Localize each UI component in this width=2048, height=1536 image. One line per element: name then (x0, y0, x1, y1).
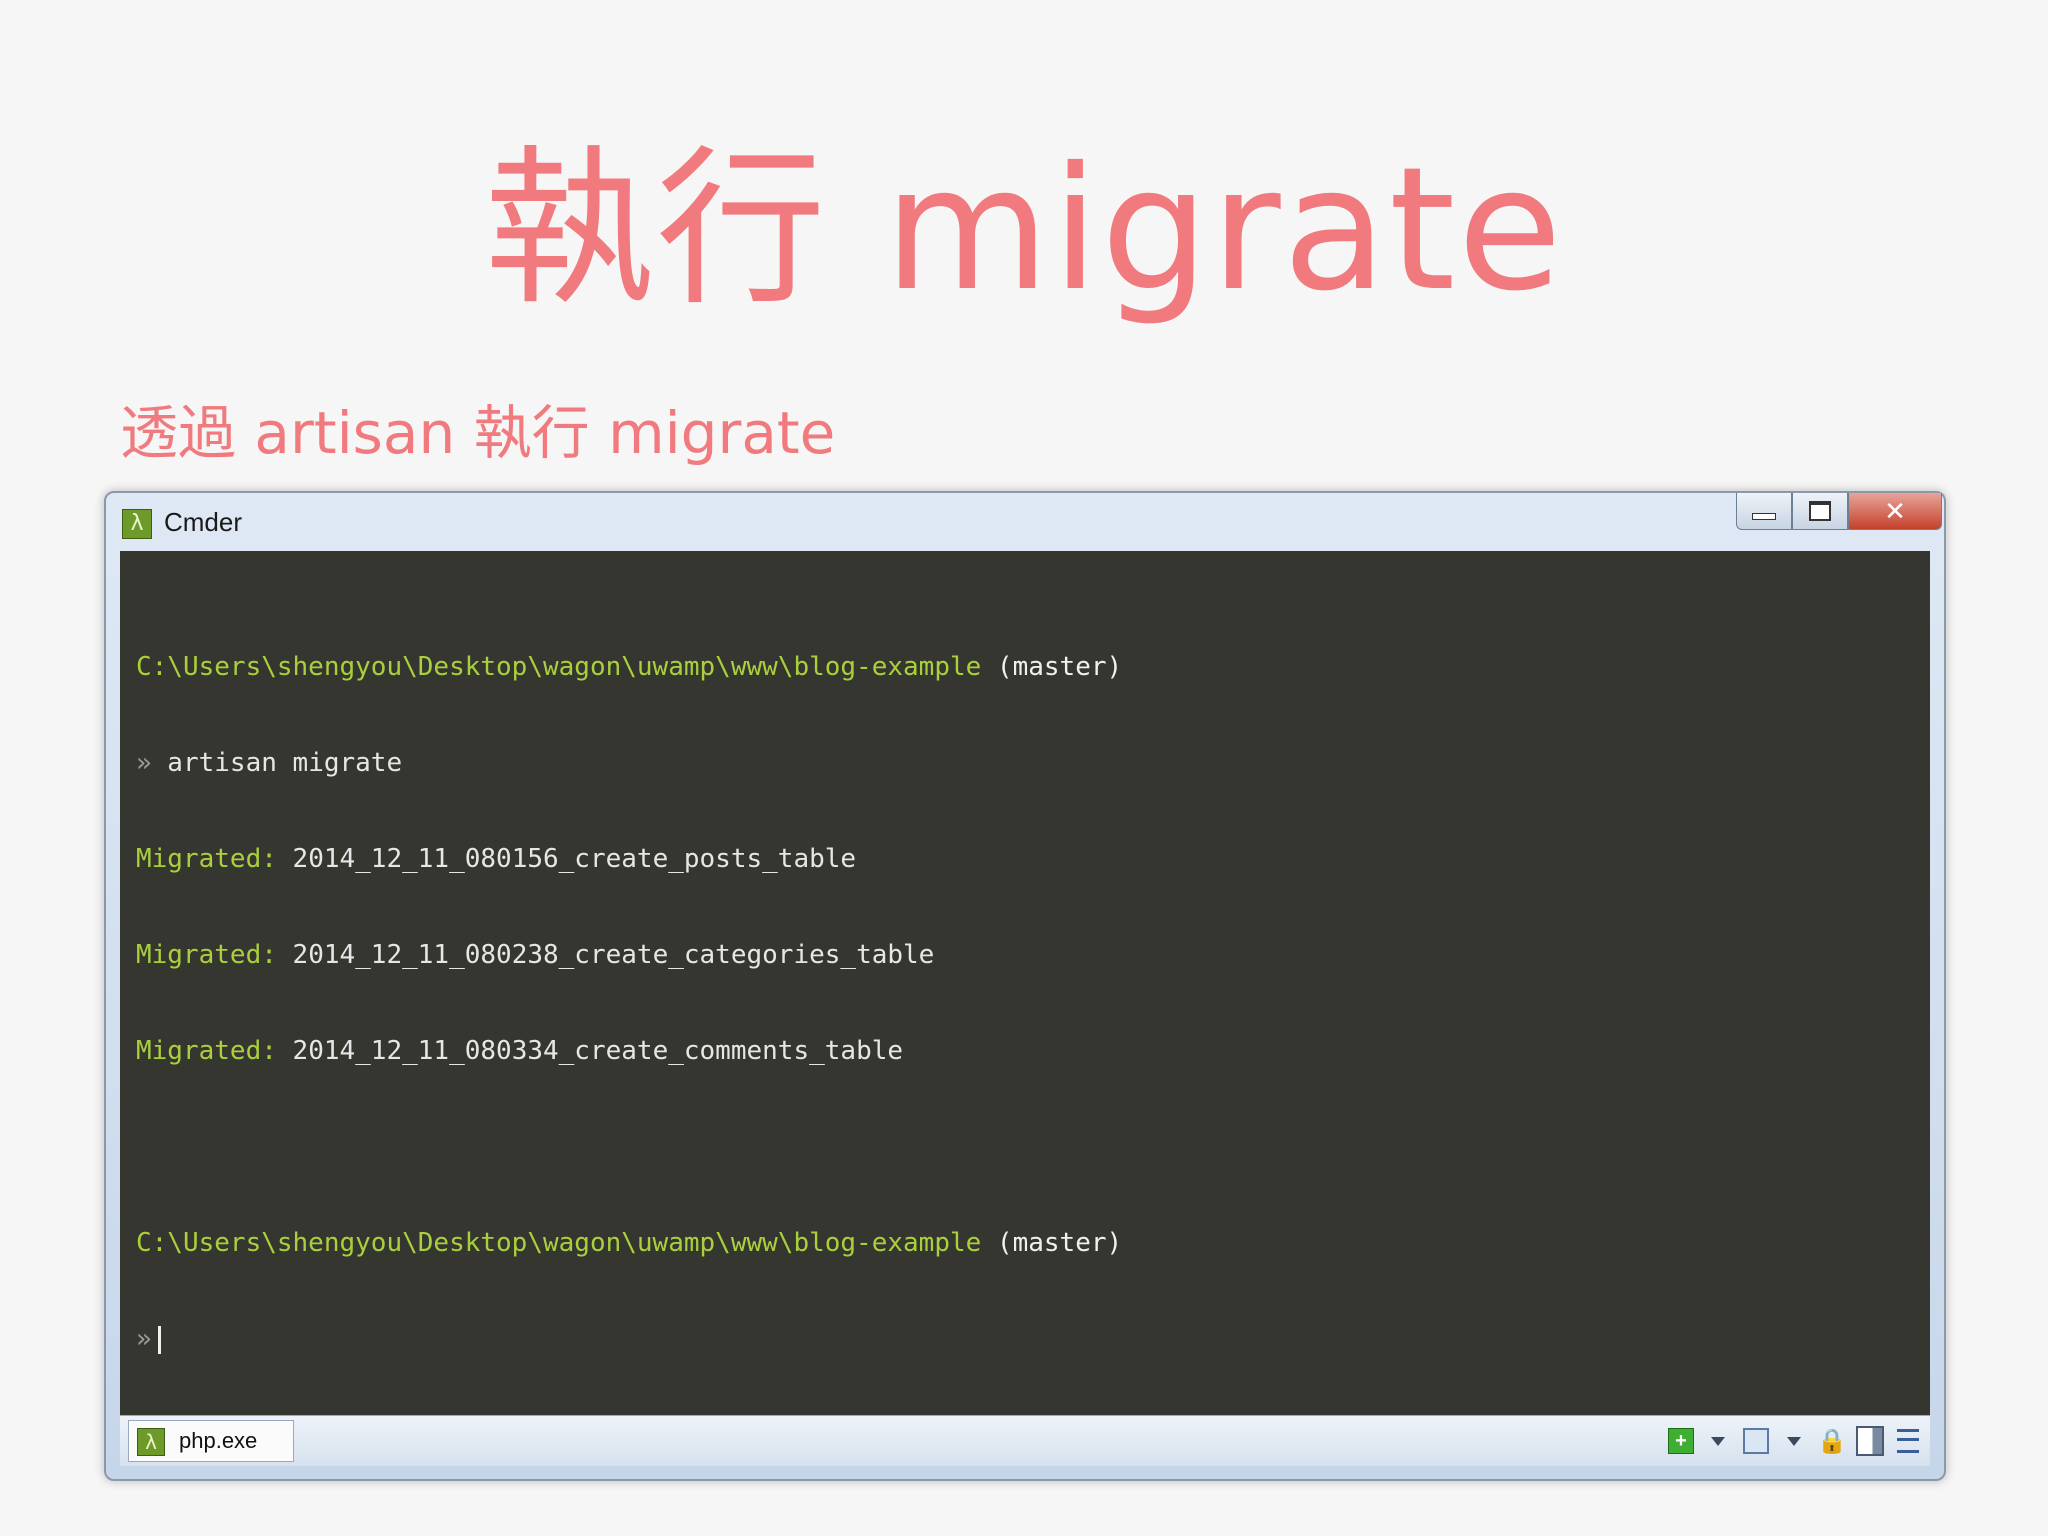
terminal-line: C:\Users\shengyou\Desktop\wagon\uwamp\ww… (136, 651, 1122, 683)
migration-name: 2014_12_11_080156_create_posts_table (276, 844, 857, 874)
migrated-label: Migrated: (136, 940, 277, 970)
git-branch: (master) (981, 652, 1123, 682)
migration-name: 2014_12_11_080238_create_categories_tabl… (276, 940, 935, 970)
pane-button[interactable] (1742, 1427, 1770, 1455)
lock-icon[interactable]: 🔒 (1817, 1427, 1847, 1455)
git-branch: (master) (981, 1228, 1123, 1258)
text-cursor (157, 1325, 161, 1354)
toolbar: + 🔒 (1668, 1426, 1922, 1456)
terminal-line: » artisan migrate (136, 747, 1122, 779)
tab-label: php.exe (179, 1428, 258, 1453)
lambda-icon: λ (137, 1428, 165, 1456)
terminal-line: Migrated: 2014_12_11_080334_create_comme… (136, 1035, 1122, 1067)
close-icon: ✕ (1884, 495, 1906, 526)
status-bar: λ php.exe + 🔒 (120, 1415, 1930, 1466)
split-view-button[interactable] (1856, 1426, 1884, 1456)
pane-dropdown[interactable] (1780, 1427, 1808, 1455)
migrated-label: Migrated: (136, 1036, 277, 1066)
close-button[interactable]: ✕ (1848, 493, 1942, 530)
terminal-line: Migrated: 2014_12_11_080238_create_categ… (136, 939, 1122, 971)
terminal-line: » (136, 1323, 1122, 1355)
add-console-dropdown[interactable] (1704, 1427, 1732, 1455)
maximize-icon (1809, 501, 1831, 521)
terminal-line: C:\Users\shengyou\Desktop\wagon\uwamp\ww… (136, 1227, 1122, 1259)
cmder-window: λ Cmder ✕ C:\Users\shengyou\Desktop\wago… (104, 491, 1946, 1481)
slide-title: 執行 migrate (483, 131, 1565, 329)
window-title: Cmder (164, 507, 243, 537)
minimize-button[interactable] (1736, 493, 1792, 530)
command-text: artisan migrate (151, 748, 403, 778)
migrated-label: Migrated: (136, 844, 277, 874)
window-controls: ✕ (1736, 493, 1942, 531)
dropdown-icon (1787, 1436, 1801, 1446)
prompt-symbol: » (136, 748, 152, 778)
migration-name: 2014_12_11_080334_create_comments_table (276, 1036, 904, 1066)
prompt-symbol: » (136, 1324, 152, 1354)
menu-button[interactable] (1894, 1427, 1922, 1455)
slide-subtitle: 透過 artisan 執行 migrate (120, 399, 836, 467)
terminal-output: C:\Users\shengyou\Desktop\wagon\uwamp\ww… (136, 587, 1122, 1419)
pane-icon (1743, 1428, 1769, 1454)
prompt-path: C:\Users\shengyou\Desktop\wagon\uwamp\ww… (136, 1228, 982, 1258)
prompt-path: C:\Users\shengyou\Desktop\wagon\uwamp\ww… (136, 652, 982, 682)
terminal-line: Migrated: 2014_12_11_080156_create_posts… (136, 843, 1122, 875)
minimize-icon (1752, 512, 1776, 520)
terminal-pane[interactable]: C:\Users\shengyou\Desktop\wagon\uwamp\ww… (120, 551, 1930, 1415)
maximize-button[interactable] (1792, 493, 1848, 530)
console-tab[interactable]: λ php.exe (128, 1420, 294, 1462)
add-console-icon[interactable]: + (1668, 1428, 1694, 1454)
menu-icon (1897, 1429, 1919, 1453)
split-view-icon (1856, 1426, 1884, 1456)
lambda-icon: λ (122, 509, 152, 539)
title-bar[interactable]: λ Cmder ✕ (106, 493, 1944, 549)
dropdown-icon (1711, 1436, 1725, 1446)
